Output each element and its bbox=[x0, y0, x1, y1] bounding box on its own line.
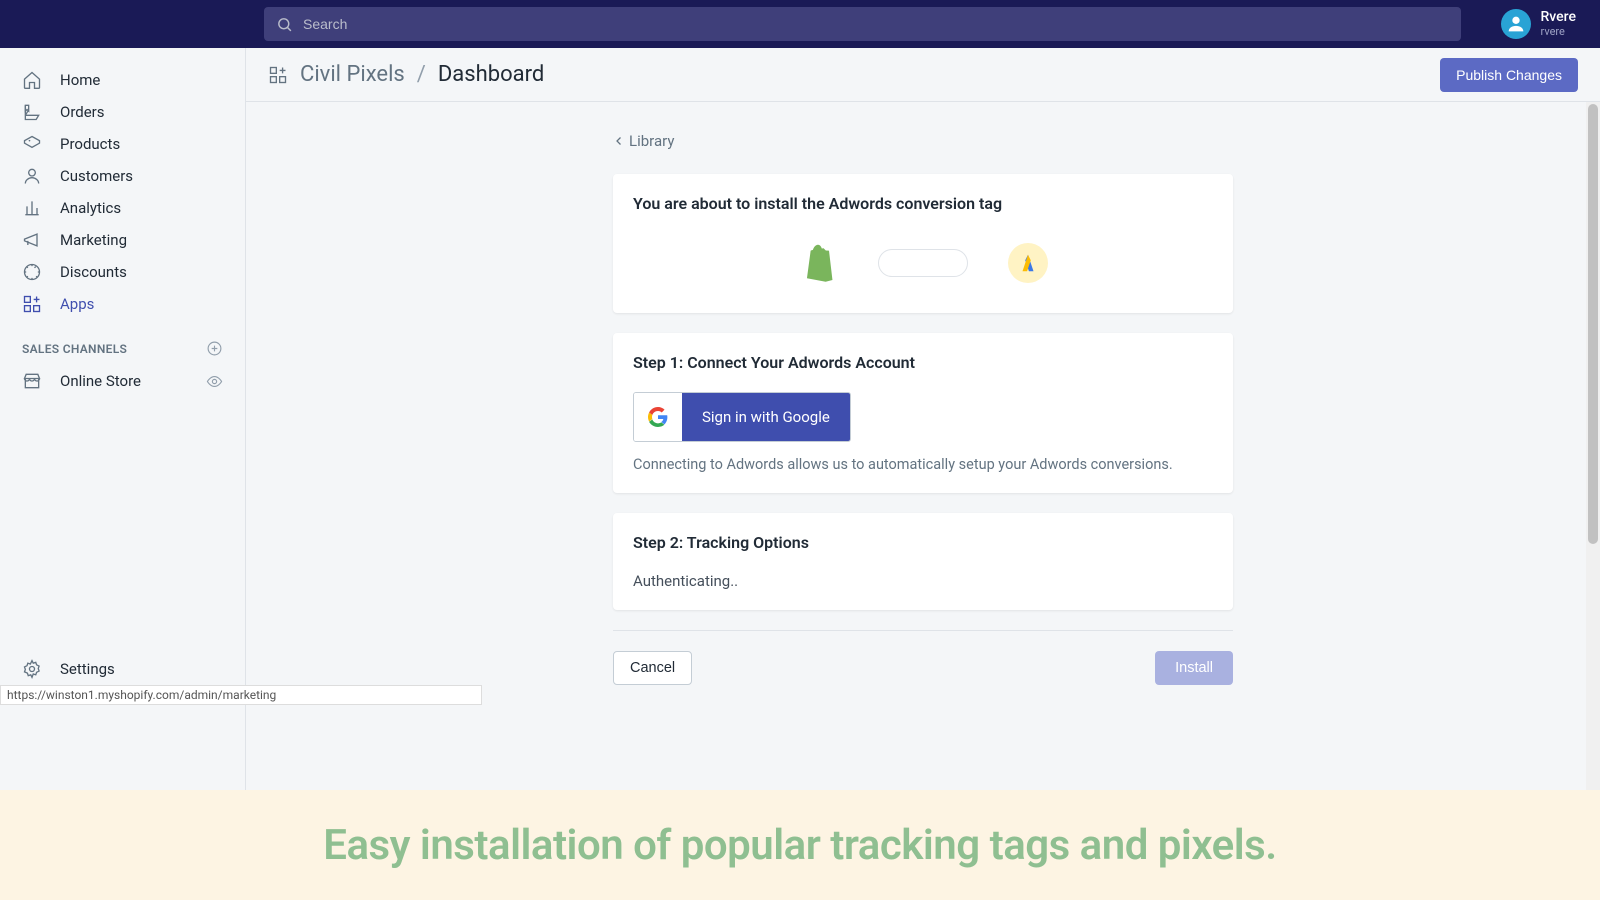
orders-icon bbox=[22, 102, 42, 122]
cancel-button[interactable]: Cancel bbox=[613, 651, 692, 685]
chevron-left-icon bbox=[613, 135, 625, 147]
content-scroll: Library You are about to install the Adw… bbox=[246, 102, 1600, 900]
sidebar-item-customers[interactable]: Customers bbox=[0, 160, 245, 192]
action-row: Cancel Install bbox=[613, 630, 1233, 685]
breadcrumb-separator: / bbox=[417, 62, 426, 87]
apps-icon bbox=[22, 294, 42, 314]
back-link[interactable]: Library bbox=[613, 132, 1233, 150]
sidebar-item-analytics[interactable]: Analytics bbox=[0, 192, 245, 224]
sidebar-item-label: Settings bbox=[60, 660, 115, 678]
sidebar-item-label: Customers bbox=[60, 167, 133, 185]
store-icon bbox=[22, 371, 42, 391]
main: Civil Pixels / Dashboard Publish Changes… bbox=[245, 48, 1600, 900]
sidebar-item-label: Marketing bbox=[60, 231, 127, 249]
step1-help: Connecting to Adwords allows us to autom… bbox=[633, 456, 1213, 473]
sidebar-item-home[interactable]: Home bbox=[0, 64, 245, 96]
eye-icon[interactable] bbox=[206, 373, 223, 390]
marketing-icon bbox=[22, 230, 42, 250]
plus-circle-icon[interactable] bbox=[206, 340, 223, 357]
topbar: Rvere rvere bbox=[0, 0, 1600, 48]
sidebar-item-online-store[interactable]: Online Store bbox=[0, 365, 245, 397]
banner-text: Easy installation of popular tracking ta… bbox=[323, 821, 1276, 870]
sidebar-section-sales-channels: SALES CHANNELS bbox=[0, 320, 245, 365]
products-icon bbox=[22, 134, 42, 154]
app-grid-icon bbox=[268, 65, 288, 85]
breadcrumb-app[interactable]: Civil Pixels bbox=[300, 62, 405, 87]
connector-graphic bbox=[878, 249, 968, 277]
adwords-logo bbox=[1008, 243, 1048, 283]
sidebar-item-orders[interactable]: Orders bbox=[0, 96, 245, 128]
search-input[interactable] bbox=[303, 16, 1449, 32]
user-name: Rvere bbox=[1541, 10, 1577, 25]
scrollbar-thumb[interactable] bbox=[1588, 104, 1598, 544]
customers-icon bbox=[22, 166, 42, 186]
step2-status: Authenticating.. bbox=[633, 572, 1213, 590]
avatar bbox=[1501, 9, 1531, 39]
sidebar-item-label: Discounts bbox=[60, 263, 127, 281]
status-bar-url: https://winston1.myshopify.com/admin/mar… bbox=[0, 685, 482, 705]
sidebar: Home Orders Products Customers Analytics… bbox=[0, 48, 245, 900]
sidebar-item-marketing[interactable]: Marketing bbox=[0, 224, 245, 256]
sidebar-item-products[interactable]: Products bbox=[0, 128, 245, 160]
install-button[interactable]: Install bbox=[1155, 651, 1233, 685]
search-icon bbox=[276, 16, 293, 33]
logo-row bbox=[633, 233, 1213, 293]
sidebar-item-discounts[interactable]: Discounts bbox=[0, 256, 245, 288]
page-header: Civil Pixels / Dashboard Publish Changes bbox=[246, 48, 1600, 102]
user-menu[interactable]: Rvere rvere bbox=[1501, 9, 1577, 39]
page-title: Dashboard bbox=[438, 62, 544, 87]
card-title: Step 2: Tracking Options bbox=[633, 533, 1213, 552]
user-handle: rvere bbox=[1541, 25, 1577, 38]
sidebar-item-label: Products bbox=[60, 135, 120, 153]
step1-card: Step 1: Connect Your Adwords Account Sig… bbox=[613, 333, 1233, 493]
gear-icon bbox=[22, 659, 42, 679]
sidebar-item-label: Orders bbox=[60, 103, 105, 121]
google-signin-label: Sign in with Google bbox=[682, 393, 850, 441]
scrollbar[interactable]: ▲ ▼ bbox=[1586, 102, 1600, 900]
sidebar-item-label: Home bbox=[60, 71, 100, 89]
sidebar-item-settings[interactable]: Settings bbox=[0, 653, 245, 685]
sidebar-item-apps[interactable]: Apps bbox=[0, 288, 245, 320]
back-label: Library bbox=[629, 132, 674, 150]
install-intro-card: You are about to install the Adwords con… bbox=[613, 174, 1233, 313]
shopify-logo bbox=[798, 243, 838, 283]
card-title: Step 1: Connect Your Adwords Account bbox=[633, 353, 1213, 372]
sidebar-item-label: Analytics bbox=[60, 199, 121, 217]
analytics-icon bbox=[22, 198, 42, 218]
home-icon bbox=[22, 70, 42, 90]
google-icon bbox=[634, 393, 682, 441]
search-container[interactable] bbox=[264, 7, 1461, 41]
marketing-banner: Easy installation of popular tracking ta… bbox=[0, 790, 1600, 900]
step2-card: Step 2: Tracking Options Authenticating.… bbox=[613, 513, 1233, 610]
google-signin-button[interactable]: Sign in with Google bbox=[633, 392, 851, 442]
card-title: You are about to install the Adwords con… bbox=[633, 194, 1213, 213]
sidebar-item-label: Online Store bbox=[60, 372, 141, 390]
sidebar-item-label: Apps bbox=[60, 295, 94, 313]
discounts-icon bbox=[22, 262, 42, 282]
publish-button[interactable]: Publish Changes bbox=[1440, 58, 1578, 92]
breadcrumb: Civil Pixels / Dashboard bbox=[268, 62, 544, 87]
